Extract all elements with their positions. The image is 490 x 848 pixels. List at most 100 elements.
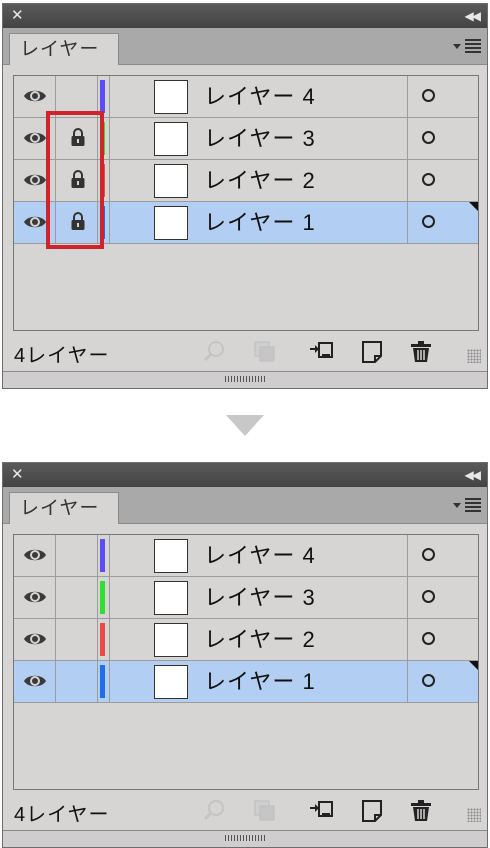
layers-panel-after: ✕ ◀◀ レイヤーレイヤー 4 レイヤー 3 レイヤー 2 レイヤー 1 4レイヤー	[2, 462, 488, 848]
close-icon[interactable]: ✕	[11, 465, 24, 485]
column-divider	[109, 577, 110, 618]
new-layer-icon[interactable]	[360, 799, 384, 823]
new-layer-icon[interactable]	[360, 340, 384, 364]
tab-layers[interactable]: レイヤー	[9, 33, 119, 65]
column-divider	[109, 118, 110, 159]
layer-name[interactable]: レイヤー 1	[204, 661, 316, 702]
panel-menu-icon[interactable]	[453, 497, 481, 515]
layer-name[interactable]: レイヤー 2	[204, 619, 316, 660]
target-column[interactable]	[407, 160, 478, 201]
target-column[interactable]	[407, 577, 478, 618]
visibility-toggle[interactable]	[14, 577, 56, 618]
layer-name[interactable]: レイヤー 3	[204, 577, 316, 618]
trash-icon[interactable]	[409, 340, 433, 364]
target-circle-icon[interactable]	[422, 548, 435, 561]
panel-menu-icon[interactable]	[453, 38, 481, 56]
layer-thumbnail	[154, 539, 188, 573]
clipping-mask-icon[interactable]	[253, 799, 277, 823]
layer-color-swatch	[100, 539, 105, 572]
resize-grip[interactable]	[467, 808, 481, 822]
panel-footer: 4レイヤー	[3, 796, 487, 826]
locate-object-icon[interactable]	[203, 799, 227, 821]
target-circle-icon[interactable]	[422, 632, 435, 645]
panel-footer: 4レイヤー	[3, 337, 487, 367]
layer-name[interactable]: レイヤー 2	[204, 160, 316, 201]
visibility-toggle[interactable]	[14, 661, 56, 702]
lock-toggle[interactable]	[56, 619, 98, 660]
layer-thumbnail	[154, 122, 188, 156]
layer-thumbnail	[154, 581, 188, 615]
panel-titlebar[interactable]: ✕ ◀◀	[3, 4, 487, 28]
eye-icon	[24, 633, 46, 645]
target-column[interactable]	[407, 202, 478, 243]
layer-thumbnail	[154, 206, 188, 240]
target-column[interactable]	[407, 76, 478, 117]
eye-icon	[24, 216, 46, 228]
layer-thumbnail	[154, 623, 188, 657]
column-divider	[109, 160, 110, 201]
column-divider	[109, 535, 110, 576]
layer-color-swatch	[100, 665, 105, 698]
tab-bar: レイヤー	[3, 487, 487, 524]
layer-color-swatch	[100, 623, 105, 656]
eye-icon	[24, 174, 46, 186]
target-column[interactable]	[407, 661, 478, 702]
column-divider	[109, 619, 110, 660]
layer-thumbnail	[154, 665, 188, 699]
target-column[interactable]	[407, 535, 478, 576]
resize-grip[interactable]	[467, 349, 481, 363]
target-column[interactable]	[407, 118, 478, 159]
drag-handle-icon[interactable]	[225, 376, 265, 382]
layer-row[interactable]: レイヤー 1	[14, 661, 478, 703]
panel-titlebar[interactable]: ✕ ◀◀	[3, 463, 487, 487]
tab-layers[interactable]: レイヤー	[9, 492, 119, 524]
layer-name[interactable]: レイヤー 1	[204, 202, 316, 243]
target-circle-icon[interactable]	[422, 173, 435, 186]
eye-icon	[24, 549, 46, 561]
layer-color-swatch	[100, 80, 105, 113]
layer-count: 4レイヤー	[14, 804, 110, 826]
down-arrow-icon	[226, 415, 264, 436]
layer-row[interactable]: レイヤー 2	[14, 619, 478, 661]
trash-icon[interactable]	[409, 799, 433, 823]
target-circle-icon[interactable]	[422, 590, 435, 603]
eye-icon	[24, 591, 46, 603]
lock-toggle[interactable]	[56, 577, 98, 618]
layer-row[interactable]: レイヤー 3	[14, 577, 478, 619]
layer-count: 4レイヤー	[14, 345, 110, 367]
layer-name[interactable]: レイヤー 4	[204, 76, 316, 117]
target-circle-icon[interactable]	[422, 89, 435, 102]
close-icon[interactable]: ✕	[11, 6, 24, 26]
visibility-toggle[interactable]	[14, 535, 56, 576]
lock-toggle[interactable]	[56, 535, 98, 576]
tab-bar: レイヤー	[3, 28, 487, 65]
target-circle-icon[interactable]	[422, 674, 435, 687]
target-column[interactable]	[407, 619, 478, 660]
visibility-toggle[interactable]	[14, 619, 56, 660]
layer-name[interactable]: レイヤー 4	[204, 535, 316, 576]
layer-name[interactable]: レイヤー 3	[204, 118, 316, 159]
layer-color-swatch	[100, 581, 105, 614]
column-divider	[109, 661, 110, 702]
selection-indicator	[469, 661, 478, 670]
layer-thumbnail	[154, 80, 188, 114]
panel-resize-bar[interactable]	[3, 830, 487, 847]
clipping-mask-icon[interactable]	[253, 340, 277, 364]
new-sublayer-icon[interactable]	[308, 340, 334, 362]
drag-handle-icon[interactable]	[225, 835, 265, 841]
target-circle-icon[interactable]	[422, 215, 435, 228]
column-divider	[109, 202, 110, 243]
collapse-icon[interactable]: ◀◀	[465, 6, 482, 26]
lock-column-highlight	[46, 111, 104, 249]
panel-resize-bar[interactable]	[3, 371, 487, 388]
lock-toggle[interactable]	[56, 661, 98, 702]
layer-row[interactable]: レイヤー 4	[14, 535, 478, 577]
layer-thumbnail	[154, 164, 188, 198]
eye-icon	[24, 675, 46, 687]
new-sublayer-icon[interactable]	[308, 799, 334, 821]
layer-list: レイヤー 4 レイヤー 3 レイヤー 2 レイヤー 1	[13, 534, 479, 790]
target-circle-icon[interactable]	[422, 131, 435, 144]
eye-icon	[24, 132, 46, 144]
locate-object-icon[interactable]	[203, 340, 227, 362]
collapse-icon[interactable]: ◀◀	[465, 465, 482, 485]
